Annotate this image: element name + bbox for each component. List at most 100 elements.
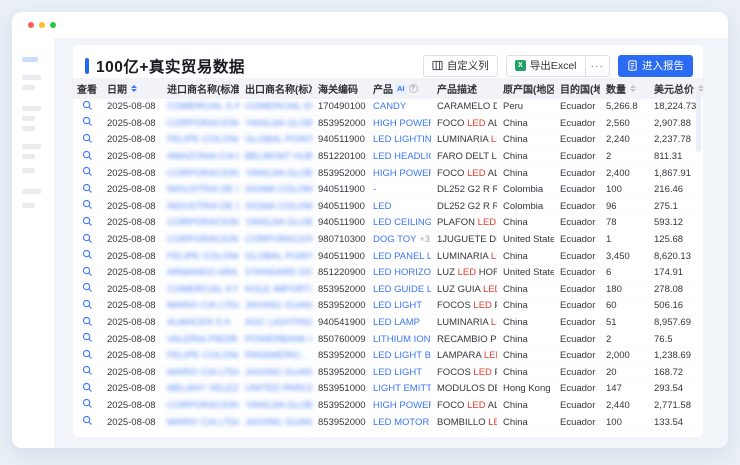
product-cell[interactable]: HIGH POWER LED F — [367, 168, 431, 179]
sidebar-item-10[interactable] — [22, 203, 35, 208]
column-header-importer[interactable]: 进口商名称(标准) — [161, 81, 239, 96]
importer-cell[interactable]: ALMACEN S A — [161, 317, 239, 328]
product-link[interactable]: DOG TOY — [373, 234, 416, 245]
exporter-cell[interactable]: JIAXING GUANGT... — [239, 367, 312, 378]
magnifier-icon[interactable] — [82, 349, 93, 360]
product-cell[interactable]: LED CEILING LIGHT — [367, 217, 431, 228]
importer-cell[interactable]: INDUSTRIA DE SIS... — [161, 184, 239, 195]
column-header-usd_total[interactable]: 美元总价 — [648, 81, 703, 96]
product-cell[interactable]: LED HORIZONTAL L — [367, 267, 431, 278]
view-cell[interactable] — [73, 299, 101, 313]
product-link[interactable]: HIGH POWER LED F — [373, 400, 431, 411]
importer-cell[interactable]: VALERIA PIEDR... — [161, 334, 239, 345]
magnifier-icon[interactable] — [82, 183, 93, 194]
product-cell[interactable]: LED MOTOR BULB — [367, 417, 431, 428]
product-link[interactable]: LED LIGHT — [373, 300, 422, 311]
sidebar-item-3[interactable] — [22, 106, 41, 111]
magnifier-icon[interactable] — [82, 415, 93, 426]
view-cell[interactable] — [73, 332, 101, 346]
magnifier-icon[interactable] — [82, 382, 93, 393]
export-excel-button[interactable]: X 导出Excel — [506, 55, 586, 77]
magnifier-icon[interactable] — [82, 216, 93, 227]
magnifier-icon[interactable] — [82, 365, 93, 376]
product-link[interactable]: HIGH POWER LED F — [373, 168, 431, 179]
product-cell[interactable]: LED — [367, 201, 431, 212]
product-cell[interactable]: LED LAMP — [367, 317, 431, 328]
exporter-cell[interactable]: GLOBAL POINT ... — [239, 251, 312, 262]
product-cell[interactable]: LED LIGHT BULB — [367, 350, 431, 361]
importer-cell[interactable]: COMERCIAL KYWI... — [161, 284, 239, 295]
maximize-window-icon[interactable] — [50, 22, 56, 28]
magnifier-icon[interactable] — [82, 282, 93, 293]
sidebar-item-8[interactable] — [22, 168, 35, 173]
product-link[interactable]: LED HORIZONTAL L — [373, 267, 431, 278]
view-cell[interactable] — [73, 282, 101, 296]
magnifier-icon[interactable] — [82, 398, 93, 409]
magnifier-icon[interactable] — [82, 233, 93, 244]
exporter-cell[interactable]: PANAMERIC... — [239, 350, 312, 361]
magnifier-icon[interactable] — [82, 166, 93, 177]
product-cell[interactable]: LED GUIDE LIGHT T — [367, 284, 431, 295]
product-link[interactable]: LED MOTOR BULB — [373, 417, 431, 428]
exporter-cell[interactable]: GLOBAL POINT ... — [239, 134, 312, 145]
sidebar-item-7[interactable] — [22, 154, 35, 159]
exporter-cell[interactable]: YANGJIA GLOBAL LI... — [239, 217, 312, 228]
view-cell[interactable] — [73, 199, 101, 213]
importer-cell[interactable]: MARIO CIA LTDA — [161, 367, 239, 378]
sidebar-item-4[interactable] — [22, 116, 35, 121]
sidebar-item-9[interactable] — [22, 189, 41, 194]
importer-cell[interactable]: CORPORACIONES... — [161, 234, 239, 245]
product-cell[interactable]: LITHIUM ION BATTE — [367, 334, 431, 345]
column-header-date[interactable]: 日期 — [101, 81, 161, 96]
view-cell[interactable] — [73, 365, 101, 379]
view-cell[interactable] — [73, 116, 101, 130]
help-icon[interactable]: ? — [409, 84, 418, 93]
exporter-cell[interactable]: YANGJIA GLOBAL LI... — [239, 118, 312, 129]
customize-columns-button[interactable]: 自定义列 — [423, 55, 498, 77]
product-link[interactable]: LED CEILING LIGHT — [373, 217, 431, 228]
exporter-cell[interactable]: YANGJIA GLOBAL LI... — [239, 168, 312, 179]
importer-cell[interactable]: FELIPE COLONIA ... — [161, 350, 239, 361]
exporter-cell[interactable]: JIAXING GUANGT... — [239, 300, 312, 311]
view-cell[interactable] — [73, 415, 101, 429]
view-cell[interactable] — [73, 216, 101, 230]
magnifier-icon[interactable] — [82, 100, 93, 111]
magnifier-icon[interactable] — [82, 133, 93, 144]
sort-icon-date[interactable] — [131, 85, 137, 92]
view-cell[interactable] — [73, 150, 101, 164]
importer-cell[interactable]: MELANY VELEZ M... — [161, 383, 239, 394]
product-cell[interactable]: LIGHT EMITTIN+1 — [367, 383, 431, 394]
column-header-quantity[interactable]: 数量 — [600, 81, 648, 96]
product-link[interactable]: LED PANEL LIG — [373, 251, 431, 262]
view-cell[interactable] — [73, 133, 101, 147]
product-link[interactable]: LIGHT EMITTIN — [373, 383, 431, 394]
product-cell[interactable]: LED LIGHT — [367, 367, 431, 378]
view-cell[interactable] — [73, 183, 101, 197]
product-cell[interactable]: - — [367, 184, 431, 195]
importer-cell[interactable]: COMERCIAL S A — [161, 101, 239, 112]
product-link[interactable]: LED HEADLIGHT — [373, 151, 431, 162]
importer-cell[interactable]: CORPORACION E... — [161, 400, 239, 411]
product-link[interactable]: LED LIGHT BULB — [373, 350, 431, 361]
importer-cell[interactable]: FELIPE COLONIA ... — [161, 251, 239, 262]
product-cell[interactable]: CANDY — [367, 101, 431, 112]
view-cell[interactable] — [73, 233, 101, 247]
sort-icon-quantity[interactable] — [630, 85, 636, 92]
minimize-window-icon[interactable] — [39, 22, 45, 28]
magnifier-icon[interactable] — [82, 116, 93, 127]
exporter-cell[interactable]: AGC LIGHTING C... — [239, 317, 312, 328]
exporter-cell[interactable]: UNITED PARCEL ... — [239, 383, 312, 394]
magnifier-icon[interactable] — [82, 316, 93, 327]
magnifier-icon[interactable] — [82, 199, 93, 210]
close-window-icon[interactable] — [28, 22, 34, 28]
exporter-cell[interactable]: STANDARD DIST... — [239, 267, 312, 278]
export-more-button[interactable]: ··· — [586, 55, 611, 77]
product-link[interactable]: LED GUIDE LIGHT T — [373, 284, 431, 295]
importer-cell[interactable]: CORPORACION E... — [161, 118, 239, 129]
product-link[interactable]: LED LIGHT — [373, 367, 422, 378]
product-link[interactable]: HIGH POWER LED F — [373, 118, 431, 129]
view-cell[interactable] — [73, 266, 101, 280]
product-link[interactable]: LED — [373, 201, 391, 212]
vertical-scrollbar[interactable] — [696, 90, 701, 152]
magnifier-icon[interactable] — [82, 249, 93, 260]
